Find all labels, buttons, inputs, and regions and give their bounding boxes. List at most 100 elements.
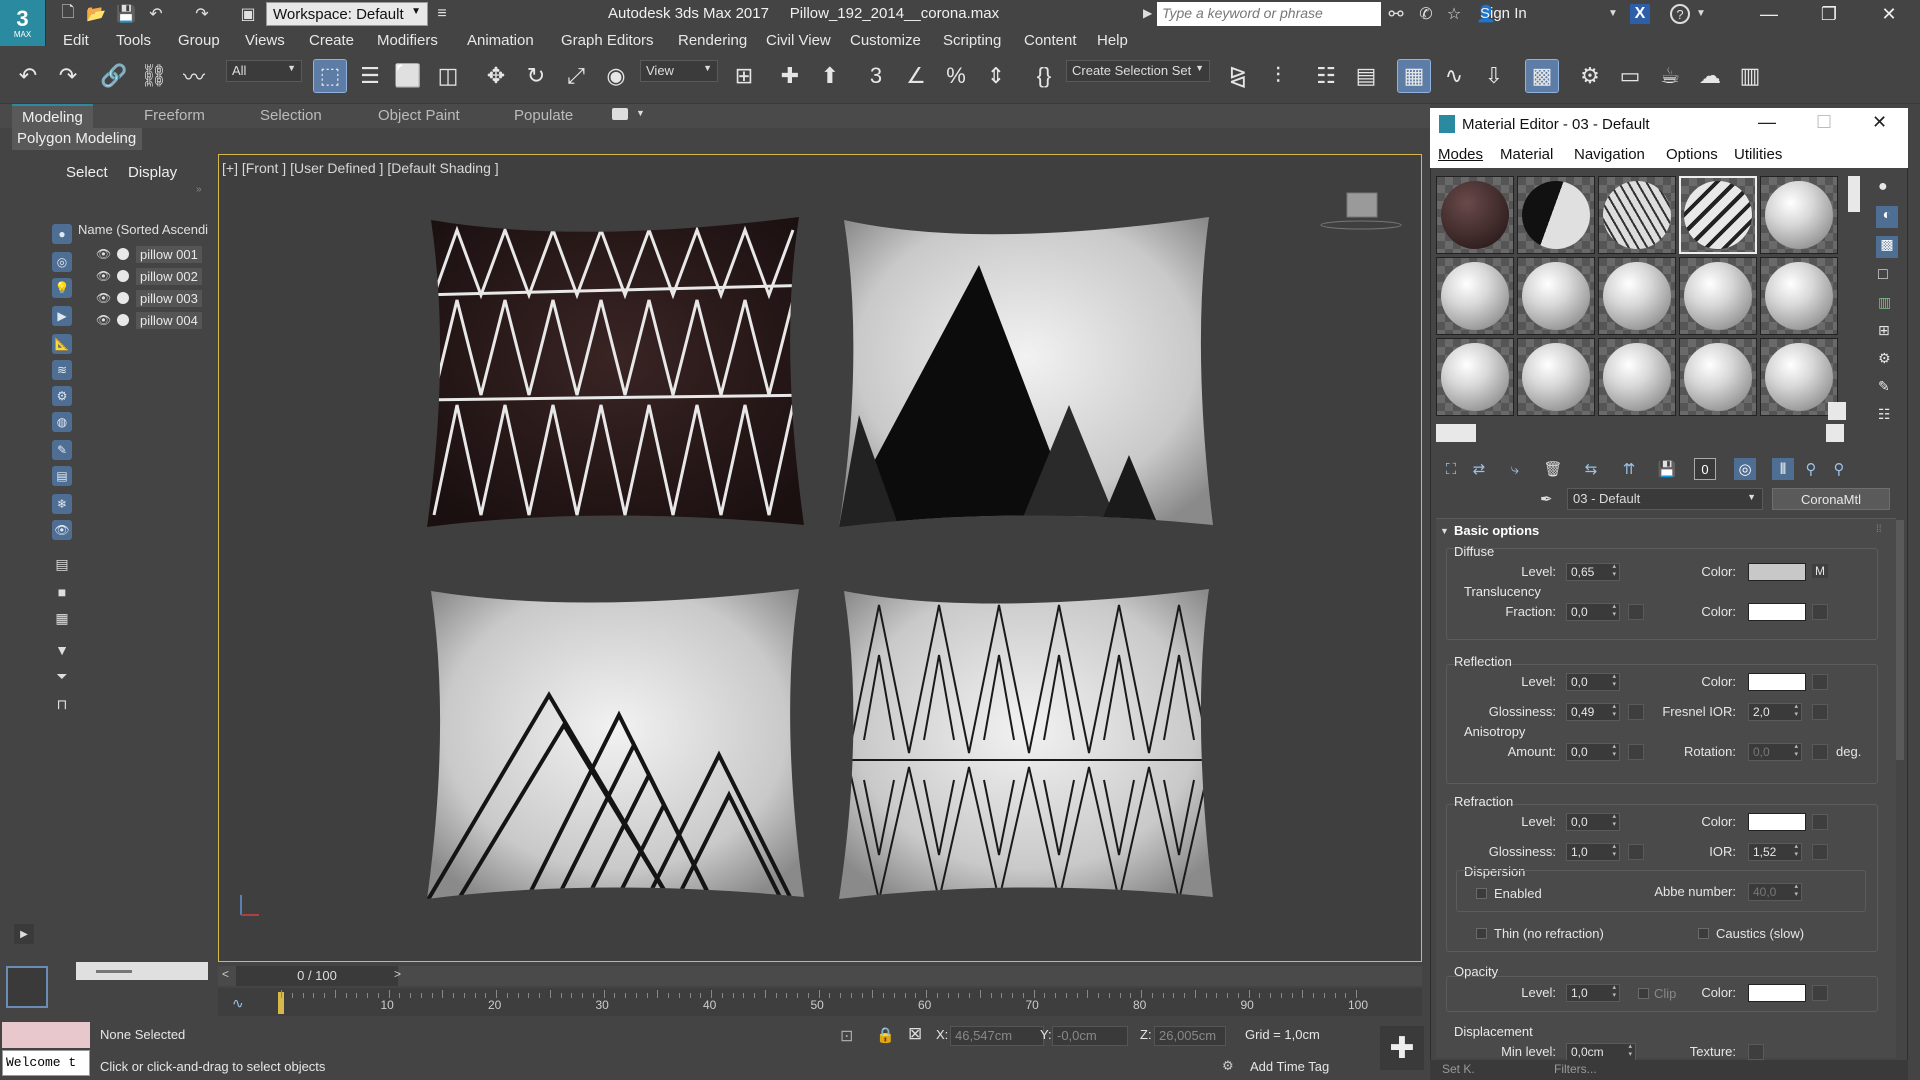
anisotropy-amount-spinner[interactable]: 0,0: [1566, 743, 1620, 761]
pick-material-eyedropper-icon[interactable]: ✒: [1540, 490, 1553, 508]
selection-lock-icon[interactable]: 🔒: [876, 1026, 895, 1044]
med-maximize-icon[interactable]: ☐: [1816, 112, 1832, 133]
open-file-icon[interactable]: 📂: [86, 4, 106, 24]
menu-group[interactable]: Group: [178, 32, 220, 49]
hierarchy-icon[interactable]: ❄: [52, 494, 72, 514]
help-dropdown-icon[interactable]: ▼: [1696, 8, 1706, 19]
search-expand-icon[interactable]: ▶: [1143, 6, 1152, 20]
z-coordinate-field[interactable]: 26,005cm: [1154, 1026, 1226, 1046]
caustics-checkbox[interactable]: [1698, 928, 1709, 939]
med-menu-utilities[interactable]: Utilities: [1734, 146, 1782, 163]
dispersion-enabled-checkbox[interactable]: [1476, 888, 1487, 899]
spinner-snap-icon[interactable]: ⇕: [980, 60, 1012, 92]
workspace-dropdown[interactable]: Workspace: Default ▼: [266, 2, 428, 26]
polygon-modeling-panel[interactable]: Polygon Modeling: [12, 128, 142, 150]
visibility-eye-icon[interactable]: 👁: [96, 313, 114, 327]
refraction-level-spinner[interactable]: 0,0: [1566, 813, 1620, 831]
sample-slot-6[interactable]: [1436, 257, 1514, 335]
pivot-center-icon[interactable]: ⊞: [728, 60, 760, 92]
translucency-fraction-map[interactable]: [1628, 604, 1644, 620]
options-icon[interactable]: ⚙: [1878, 350, 1891, 367]
named-selection-set-dropdown[interactable]: Create Selection Set ▼: [1066, 60, 1210, 82]
curve-editor-mini-icon[interactable]: ∿: [232, 995, 244, 1012]
tab-modeling[interactable]: Modeling: [12, 104, 93, 128]
close-icon[interactable]: ✕: [1866, 2, 1912, 26]
menu-customize[interactable]: Customize: [850, 32, 921, 49]
menu-create[interactable]: Create: [309, 32, 354, 49]
bookmark-icon[interactable]: ⊓: [52, 694, 72, 714]
render-setup-icon[interactable]: ⚙: [1574, 60, 1606, 92]
select-and-link-icon[interactable]: 🔗: [98, 60, 130, 92]
sample-uv-tiling-icon[interactable]: □: [1878, 266, 1888, 284]
space-warps-icon[interactable]: ≋: [52, 360, 72, 380]
explorer-tab-select[interactable]: Select: [66, 164, 108, 181]
list-item[interactable]: 👁 pillow 001: [96, 244, 202, 264]
redo-toolbar-icon[interactable]: ↷: [52, 60, 84, 92]
sample-slots-scrollbar[interactable]: [1848, 176, 1860, 212]
sample-slot-3[interactable]: [1598, 176, 1676, 254]
scene-explorer-icon[interactable]: ▦: [1397, 59, 1431, 93]
rendered-frame-window-icon[interactable]: ▭: [1614, 60, 1646, 92]
material-name-dropdown[interactable]: 03 - Default ▼: [1567, 488, 1763, 510]
time-next-icon[interactable]: >: [394, 967, 401, 981]
menu-scripting[interactable]: Scripting: [943, 32, 1001, 49]
ribbon-options-icon[interactable]: [612, 108, 628, 120]
sample-slot-11[interactable]: [1436, 338, 1514, 416]
sign-in-button[interactable]: Sign In: [1480, 5, 1527, 22]
sample-type-icon[interactable]: ●: [1878, 178, 1888, 196]
reflection-glossiness-map[interactable]: [1628, 704, 1644, 720]
shapes-icon[interactable]: ◎: [52, 252, 72, 272]
abbe-number-spinner[interactable]: 40,0: [1748, 883, 1802, 901]
add-time-tag-button[interactable]: Add Time Tag: [1250, 1059, 1329, 1074]
sample-corner-icon[interactable]: [1828, 402, 1846, 420]
sample-slot-7[interactable]: [1517, 257, 1595, 335]
absolute-mode-icon[interactable]: ⊠: [908, 1024, 922, 1044]
maximize-icon[interactable]: ❐: [1806, 2, 1852, 26]
snaps-toggle-icon[interactable]: 3: [860, 60, 892, 92]
list-item[interactable]: 👁 pillow 002: [96, 266, 202, 286]
translucency-color-swatch[interactable]: [1748, 603, 1806, 621]
sign-in-dropdown-icon[interactable]: ▼: [1608, 8, 1618, 19]
background-icon[interactable]: ▩: [1876, 236, 1898, 258]
curve-editor-icon[interactable]: ∿: [1438, 60, 1470, 92]
material-id-channel-icon[interactable]: 0: [1694, 458, 1716, 480]
menu-tools[interactable]: Tools: [116, 32, 151, 49]
translucency-fraction-spinner[interactable]: 0,0: [1566, 603, 1620, 621]
explorer-expand-icon[interactable]: »: [196, 184, 202, 195]
isolate-selection-icon[interactable]: ⊡: [840, 1026, 853, 1046]
communication-center-icon[interactable]: ✆: [1416, 4, 1436, 24]
get-material-icon[interactable]: ⛶: [1440, 458, 1462, 480]
expand-panel-icon[interactable]: ▶: [14, 924, 34, 944]
reference-coordinate-dropdown[interactable]: View ▼: [640, 60, 718, 82]
angle-snap-icon[interactable]: ∠: [900, 60, 932, 92]
sample-slots-hscroll[interactable]: [1436, 424, 1476, 442]
sample-hscroll-end[interactable]: [1826, 424, 1844, 442]
edit-named-selection-icon[interactable]: {}: [1028, 60, 1060, 92]
rollout-collapse-icon[interactable]: ▼: [1440, 526, 1449, 536]
render-in-cloud-icon[interactable]: ☁: [1694, 60, 1726, 92]
square-icon[interactable]: ■: [52, 582, 72, 602]
autodesk-exchange-icon[interactable]: X: [1630, 4, 1650, 24]
menu-edit[interactable]: Edit: [63, 32, 89, 49]
select-by-material-icon[interactable]: ✎: [1878, 378, 1890, 395]
percent-snap-icon[interactable]: %: [940, 60, 972, 92]
show-end-result-icon[interactable]: ⫴: [1772, 458, 1794, 480]
menu-views[interactable]: Views: [245, 32, 285, 49]
reflection-glossiness-spinner[interactable]: 0,49: [1566, 703, 1620, 721]
menu-content[interactable]: Content: [1024, 32, 1077, 49]
tab-populate[interactable]: Populate: [514, 107, 573, 124]
help-icon[interactable]: ?: [1670, 4, 1690, 24]
select-and-rotate-icon[interactable]: ↻: [520, 60, 552, 92]
cameras-icon[interactable]: ▶: [52, 306, 72, 326]
app-logo-button[interactable]: 3 MAX: [0, 0, 46, 46]
go-to-parent-icon[interactable]: ⚲: [1800, 458, 1822, 480]
anisotropy-rotation-spinner[interactable]: 0,0: [1748, 743, 1802, 761]
sample-slot-10[interactable]: [1760, 257, 1838, 335]
menu-animation[interactable]: Animation: [467, 32, 534, 49]
schematic-view-icon[interactable]: ⇩: [1478, 60, 1510, 92]
med-menu-material[interactable]: Material: [1500, 146, 1553, 163]
manipulate-icon[interactable]: ✚: [774, 60, 806, 92]
thin-refraction-checkbox[interactable]: [1476, 928, 1487, 939]
unlink-selection-icon[interactable]: ⛓: [138, 60, 170, 92]
material-map-navigator-icon[interactable]: ☷: [1878, 406, 1891, 423]
